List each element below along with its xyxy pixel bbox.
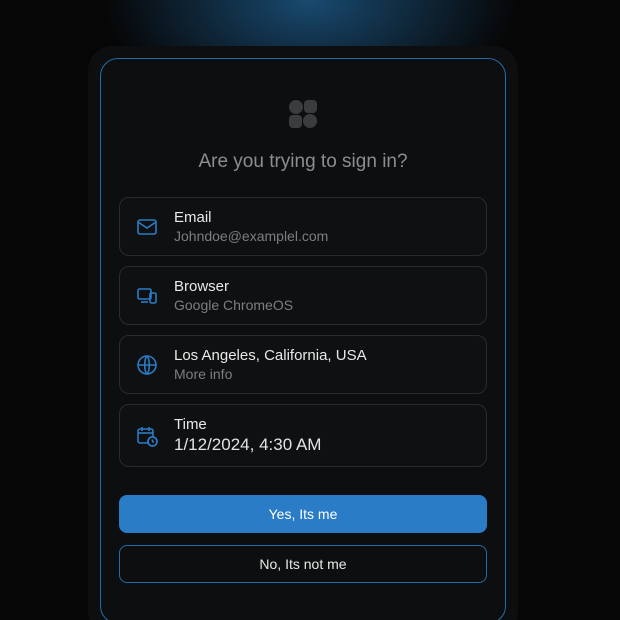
mail-icon (134, 214, 160, 240)
logo-icon (286, 97, 320, 131)
calendar-clock-icon (134, 423, 160, 449)
signin-verify-card: Are you trying to sign in? Email Johndoe… (100, 58, 506, 620)
app-logo (119, 97, 487, 131)
info-row-location: Los Angeles, California, USA More info (119, 335, 487, 394)
time-value: 1/12/2024, 4:30 AM (174, 435, 321, 455)
modal-outer: Are you trying to sign in? Email Johndoe… (88, 46, 518, 620)
browser-value: Google ChromeOS (174, 297, 293, 313)
info-row-time: Time 1/12/2024, 4:30 AM (119, 404, 487, 467)
info-row-email: Email Johndoe@examplel.com (119, 197, 487, 256)
time-label: Time (174, 416, 321, 433)
globe-icon (134, 352, 160, 378)
info-row-browser: Browser Google ChromeOS (119, 266, 487, 325)
email-value: Johndoe@examplel.com (174, 228, 328, 244)
yes-button[interactable]: Yes, Its me (119, 495, 487, 533)
browser-label: Browser (174, 278, 293, 295)
location-label: Los Angeles, California, USA (174, 347, 367, 364)
email-label: Email (174, 209, 328, 226)
page-title: Are you trying to sign in? (119, 151, 487, 173)
devices-icon (134, 283, 160, 309)
button-group: Yes, Its me No, Its not me (119, 495, 487, 583)
no-button[interactable]: No, Its not me (119, 545, 487, 583)
location-more[interactable]: More info (174, 366, 367, 382)
